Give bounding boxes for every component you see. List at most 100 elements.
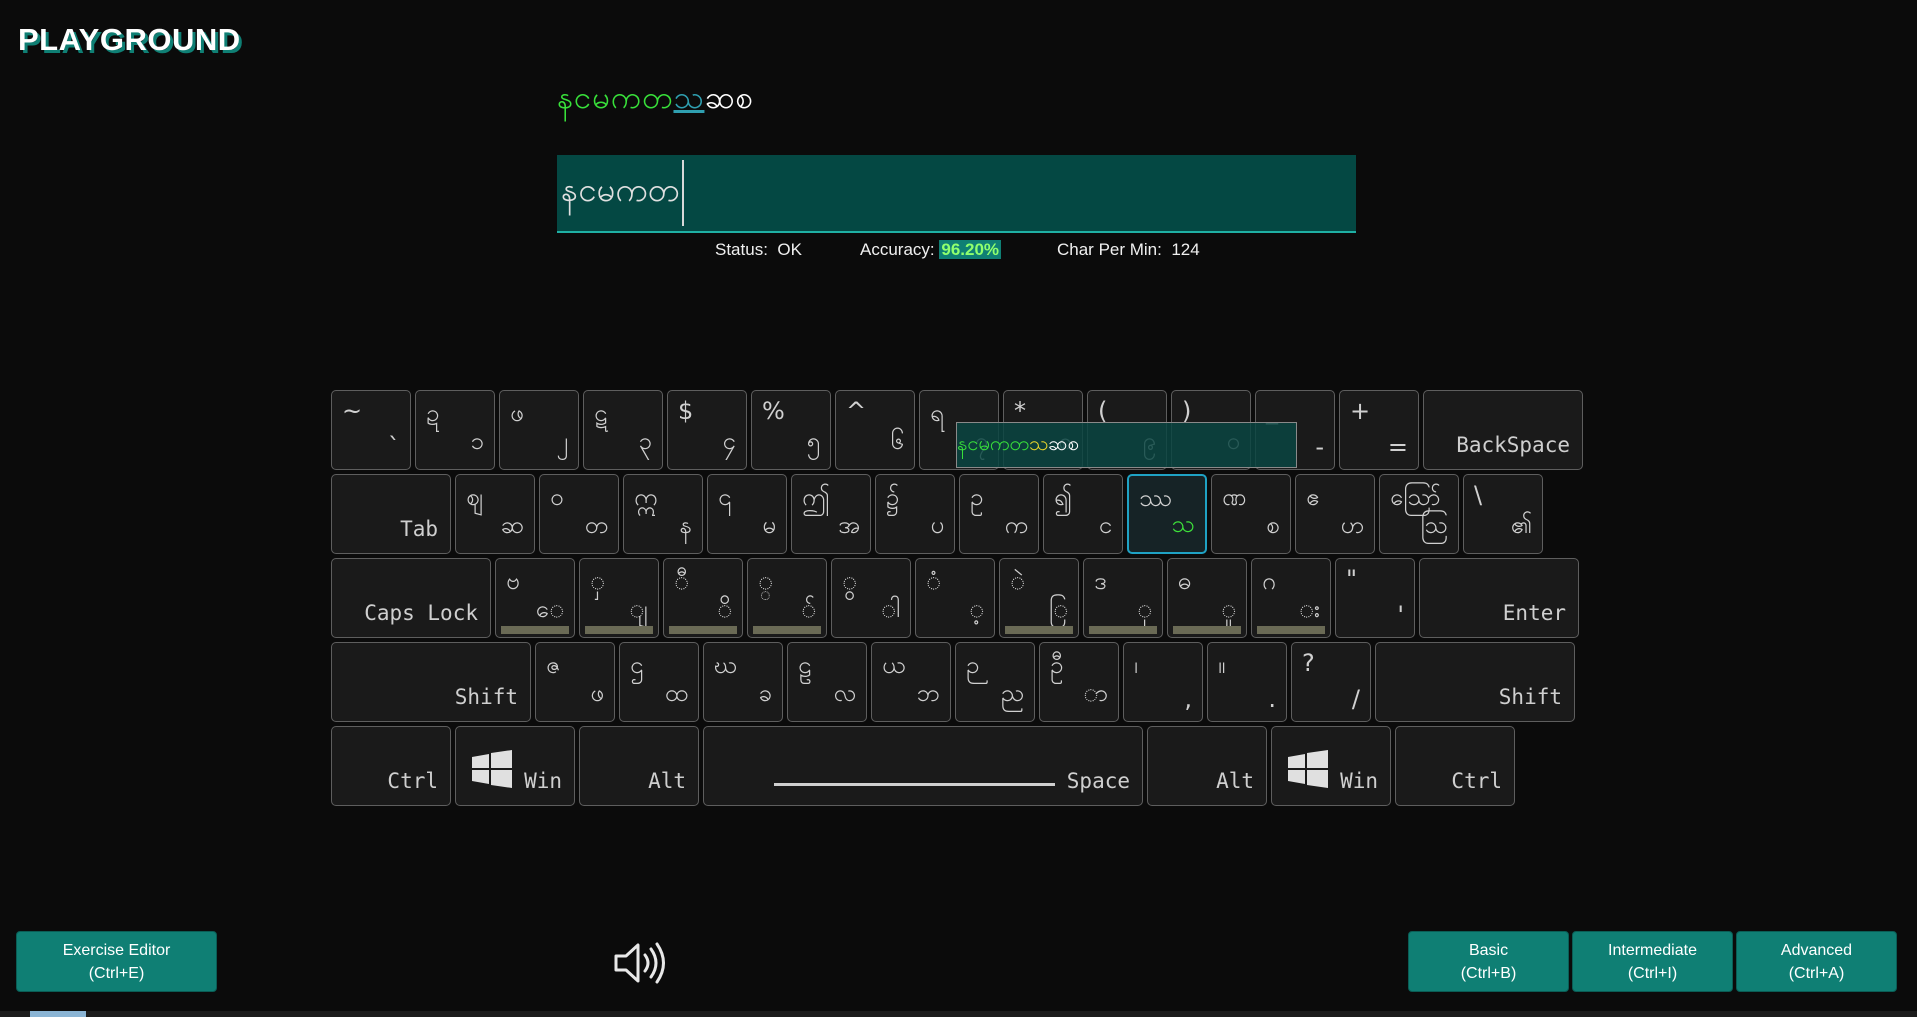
- key-i[interactable]: ၍င: [1043, 474, 1123, 554]
- key-space[interactable]: Space: [703, 726, 1143, 806]
- key-shift-right[interactable]: Shift: [1375, 642, 1575, 722]
- key-q[interactable]: ဈဆ: [455, 474, 535, 554]
- key-j[interactable]: ဲြ: [999, 558, 1079, 638]
- key-2[interactable]: ဖ၂: [499, 390, 579, 470]
- key-shift-char: ဦ: [1050, 651, 1064, 679]
- windows-logo-icon: [472, 750, 512, 788]
- key-r[interactable]: ၎မ: [707, 474, 787, 554]
- key-v[interactable]: ဠလ: [787, 642, 867, 722]
- exercise-editor-button[interactable]: Exercise Editor (Ctrl+E): [16, 931, 217, 992]
- key-right-bracket[interactable]: ဪဩ: [1379, 474, 1459, 554]
- key-char: မ: [762, 511, 776, 539]
- key-k[interactable]: ဒု: [1083, 558, 1163, 638]
- key-z[interactable]: ဇဖ: [535, 642, 615, 722]
- taskbar: [0, 1011, 1917, 1017]
- key-shift-char: ။: [1218, 651, 1226, 679]
- key-g[interactable]: ွါ: [831, 558, 911, 638]
- intermediate-button[interactable]: Intermediate (Ctrl+I): [1572, 931, 1733, 992]
- key-4[interactable]: $၄: [667, 390, 747, 470]
- key-e[interactable]: ဣန: [623, 474, 703, 554]
- key-equals[interactable]: + =: [1339, 390, 1419, 470]
- key-shift-char: ?: [1302, 649, 1315, 677]
- finger-bar: [1005, 626, 1073, 634]
- windows-logo-icon: [1288, 750, 1328, 788]
- key-p[interactable]: ဏစ: [1211, 474, 1291, 554]
- key-char: .: [1268, 685, 1276, 713]
- key-t[interactable]: ဤအ: [791, 474, 871, 554]
- key-shift-char: %: [762, 397, 785, 425]
- key-char: ': [1397, 601, 1404, 629]
- key-w[interactable]: ဝတ: [539, 474, 619, 554]
- key-u[interactable]: ဥက: [959, 474, 1039, 554]
- key-shift-char: ^: [846, 397, 867, 425]
- cpm-value: 124: [1171, 240, 1200, 259]
- taskbar-active-app[interactable]: [30, 1011, 86, 1017]
- key-shift-char: ဈ: [466, 483, 483, 511]
- key-c[interactable]: ဃခ: [703, 642, 783, 722]
- key-m[interactable]: ဦာ: [1039, 642, 1119, 722]
- key-h[interactable]: ံ့: [915, 558, 995, 638]
- key-char: ၁: [470, 427, 485, 455]
- key-ctrl-left[interactable]: Ctrl: [331, 726, 451, 806]
- key-char: ျ: [629, 595, 648, 623]
- key-win-left[interactable]: Win: [455, 726, 575, 806]
- key-char: ါ: [880, 595, 900, 623]
- key-y[interactable]: ၌ပ: [875, 474, 955, 554]
- key-d[interactable]: ီိ: [663, 558, 743, 638]
- key-o-highlighted[interactable]: ဿသ: [1127, 474, 1207, 554]
- key-win-right[interactable]: Win: [1271, 726, 1391, 806]
- key-quote[interactable]: " ': [1335, 558, 1415, 638]
- advanced-button[interactable]: Advanced (Ctrl+A): [1736, 931, 1897, 992]
- key-char: ခ: [758, 679, 773, 707]
- key-s[interactable]: ှျ: [579, 558, 659, 638]
- exercise-target-text: နငမကတသဆစ: [557, 78, 754, 124]
- key-shift-char: ှ: [590, 567, 605, 595]
- key-n[interactable]: ဉည: [955, 642, 1035, 722]
- key-shift-char: ဲ: [1010, 567, 1025, 595]
- key-alt-right[interactable]: Alt: [1147, 726, 1267, 806]
- key-x[interactable]: ဌထ: [619, 642, 699, 722]
- key-5[interactable]: % ၅: [751, 390, 831, 470]
- key-backtick[interactable]: ~ `: [331, 390, 411, 470]
- key-f[interactable]: ္်: [747, 558, 827, 638]
- key-tab[interactable]: Tab: [331, 474, 451, 554]
- key-6[interactable]: ^ ၆: [835, 390, 915, 470]
- key-char: တ: [584, 511, 608, 539]
- key-alt-left[interactable]: Alt: [579, 726, 699, 806]
- key-char: ဖ: [590, 679, 604, 707]
- speaker-icon[interactable]: [612, 940, 668, 986]
- typing-input[interactable]: နငမကတ: [557, 155, 1356, 233]
- key-left-bracket[interactable]: ဧဟ: [1295, 474, 1375, 554]
- key-period[interactable]: ။.: [1207, 642, 1287, 722]
- key-shift-char: +: [1350, 397, 1371, 425]
- key-backspace[interactable]: BackSpace: [1423, 390, 1583, 470]
- button-label: Basic: [1468, 941, 1509, 959]
- finger-bar: [669, 626, 737, 634]
- accuracy-indicator: Accuracy: 96.20%: [860, 240, 1002, 260]
- key-l[interactable]: ဓူ: [1167, 558, 1247, 638]
- button-shortcut: (Ctrl+E): [88, 964, 145, 982]
- key-char: ၄: [722, 427, 737, 455]
- key-capslock[interactable]: Caps Lock: [331, 558, 491, 638]
- key-comma[interactable]: ၊,: [1123, 642, 1203, 722]
- key-3[interactable]: ဋ၃: [583, 390, 663, 470]
- key-backslash[interactable]: \ ၏: [1463, 474, 1543, 554]
- key-enter[interactable]: Enter: [1419, 558, 1579, 638]
- key-slash[interactable]: ? /: [1291, 642, 1371, 722]
- popup-current: သ: [1028, 431, 1049, 455]
- key-char: ၅: [806, 427, 821, 455]
- key-label: Ctrl: [1451, 769, 1502, 793]
- key-char: ပ: [930, 511, 944, 539]
- key-shift-char: _: [1266, 397, 1278, 425]
- key-shift-left[interactable]: Shift: [331, 642, 531, 722]
- basic-button[interactable]: Basic (Ctrl+B): [1408, 931, 1569, 992]
- key-a[interactable]: ဗေ: [495, 558, 575, 638]
- key-b[interactable]: ယဘ: [871, 642, 951, 722]
- key-shift-char: ွ: [842, 567, 857, 595]
- finger-bar: [753, 626, 821, 634]
- key-1[interactable]: ဍ၁: [415, 390, 495, 470]
- key-ctrl-right[interactable]: Ctrl: [1395, 726, 1515, 806]
- key-char: ေ: [535, 595, 564, 623]
- status-value: OK: [777, 240, 802, 259]
- key-semicolon[interactable]: ဂး: [1251, 558, 1331, 638]
